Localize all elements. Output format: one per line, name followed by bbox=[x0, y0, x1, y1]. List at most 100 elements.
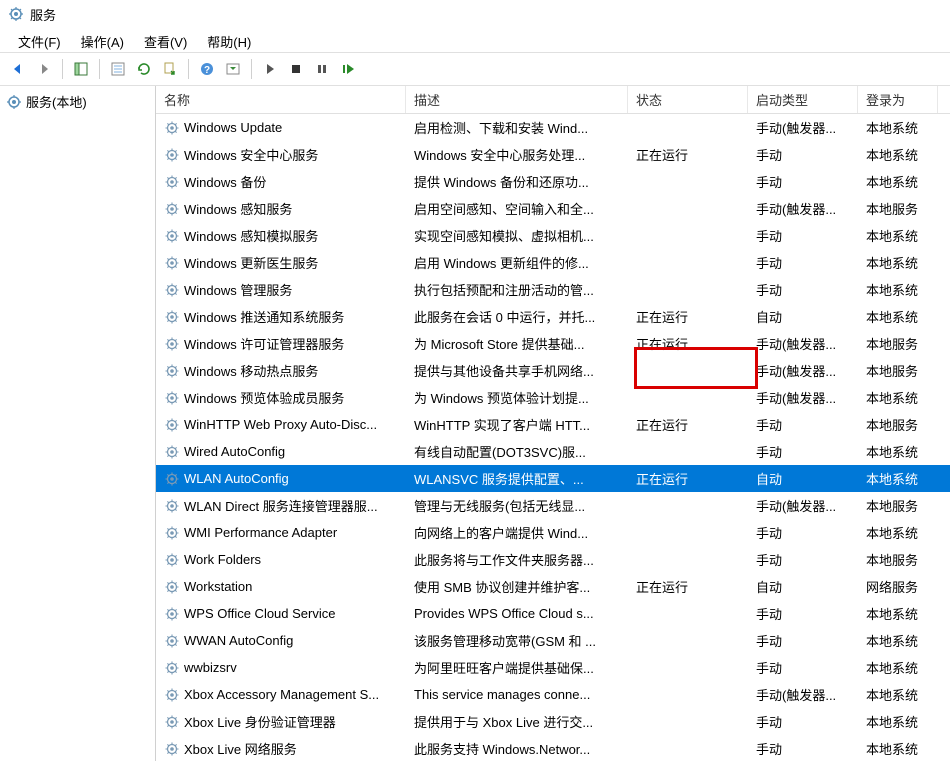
service-startup-cell: 手动 bbox=[748, 440, 858, 463]
titlebar-title: 服务 bbox=[30, 5, 56, 24]
service-row[interactable]: Workstation使用 SMB 协议创建并维护客...正在运行自动网络服务 bbox=[156, 573, 950, 600]
service-row[interactable]: WLAN AutoConfigWLANSVC 服务提供配置、...正在运行自动本… bbox=[156, 465, 950, 492]
service-name-cell: Windows Update bbox=[156, 118, 406, 138]
service-startup-cell: 自动 bbox=[748, 467, 858, 490]
service-description-cell: 向网络上的客户端提供 Wind... bbox=[406, 521, 628, 544]
list-header: 名称 描述 状态 启动类型 登录为 bbox=[156, 86, 950, 114]
service-logon-cell: 本地服务 bbox=[858, 413, 938, 436]
service-logon-cell: 本地系统 bbox=[858, 278, 938, 301]
gear-icon bbox=[164, 741, 180, 757]
service-name-cell: WWAN AutoConfig bbox=[156, 631, 406, 651]
service-row[interactable]: Windows 预览体验成员服务为 Windows 预览体验计划提...手动(触… bbox=[156, 384, 950, 411]
service-name-label: Workstation bbox=[184, 579, 252, 594]
nav-back-button[interactable] bbox=[6, 57, 30, 81]
service-row[interactable]: Windows 感知服务启用空间感知、空间输入和全...手动(触发器...本地服… bbox=[156, 195, 950, 222]
gear-icon bbox=[164, 390, 180, 406]
export-list-button[interactable] bbox=[158, 57, 182, 81]
service-name-label: Work Folders bbox=[184, 552, 261, 567]
help-button[interactable]: ? bbox=[195, 57, 219, 81]
service-logon-cell: 本地服务 bbox=[858, 197, 938, 220]
service-startup-cell: 手动(触发器... bbox=[748, 116, 858, 139]
column-status[interactable]: 状态 bbox=[628, 86, 748, 113]
service-logon-cell: 网络服务 bbox=[858, 575, 938, 598]
service-status-cell bbox=[628, 261, 748, 265]
service-name-label: Windows Update bbox=[184, 120, 282, 135]
service-name-cell: Windows 推送通知系统服务 bbox=[156, 305, 406, 328]
service-row[interactable]: Windows 感知模拟服务实现空间感知模拟、虚拟相机...手动本地系统 bbox=[156, 222, 950, 249]
service-name-label: WLAN Direct 服务连接管理器服... bbox=[184, 496, 378, 515]
service-name-label: WLAN AutoConfig bbox=[184, 471, 289, 486]
service-row[interactable]: WLAN Direct 服务连接管理器服...管理与无线服务(包括无线显...手… bbox=[156, 492, 950, 519]
service-logon-cell: 本地系统 bbox=[858, 467, 938, 490]
service-row[interactable]: Windows 安全中心服务Windows 安全中心服务处理...正在运行手动本… bbox=[156, 141, 950, 168]
show-hide-tree-button[interactable] bbox=[69, 57, 93, 81]
service-row[interactable]: wwbizsrv为阿里旺旺客户端提供基础保...手动本地系统 bbox=[156, 654, 950, 681]
service-row[interactable]: Windows 备份提供 Windows 备份和还原功...手动本地系统 bbox=[156, 168, 950, 195]
tree-pane: 服务(本地) bbox=[0, 86, 156, 761]
service-row[interactable]: Work Folders此服务将与工作文件夹服务器...手动本地服务 bbox=[156, 546, 950, 573]
service-startup-cell: 自动 bbox=[748, 575, 858, 598]
service-name-cell: WinHTTP Web Proxy Auto-Disc... bbox=[156, 415, 406, 435]
service-row[interactable]: Xbox Live 身份验证管理器提供用于与 Xbox Live 进行交...手… bbox=[156, 708, 950, 735]
service-logon-cell: 本地系统 bbox=[858, 440, 938, 463]
service-name-cell: WMI Performance Adapter bbox=[156, 523, 406, 543]
service-row[interactable]: Xbox Live 网络服务此服务支持 Windows.Networ...手动本… bbox=[156, 735, 950, 761]
service-row[interactable]: Windows Update启用检测、下载和安装 Wind...手动(触发器..… bbox=[156, 114, 950, 141]
service-row[interactable]: Windows 管理服务执行包括预配和注册活动的管...手动本地系统 bbox=[156, 276, 950, 303]
column-name[interactable]: 名称 bbox=[156, 86, 406, 113]
service-startup-cell: 手动 bbox=[748, 251, 858, 274]
start-service-button[interactable] bbox=[258, 57, 282, 81]
gear-icon bbox=[164, 120, 180, 136]
service-row[interactable]: WPS Office Cloud ServiceProvides WPS Off… bbox=[156, 600, 950, 627]
service-description-cell: 执行包括预配和注册活动的管... bbox=[406, 278, 628, 301]
gear-icon bbox=[164, 336, 180, 352]
service-startup-cell: 手动 bbox=[748, 278, 858, 301]
service-status-cell: 正在运行 bbox=[628, 332, 748, 355]
menu-action[interactable]: 操作(A) bbox=[71, 30, 134, 50]
pause-service-button[interactable] bbox=[310, 57, 334, 81]
service-logon-cell: 本地系统 bbox=[858, 521, 938, 544]
service-startup-cell: 手动 bbox=[748, 602, 858, 625]
column-description[interactable]: 描述 bbox=[406, 86, 628, 113]
service-logon-cell: 本地服务 bbox=[858, 494, 938, 517]
service-row[interactable]: Windows 更新医生服务启用 Windows 更新组件的修...手动本地系统 bbox=[156, 249, 950, 276]
service-name-label: Xbox Accessory Management S... bbox=[184, 687, 379, 702]
column-logon[interactable]: 登录为 bbox=[858, 86, 938, 113]
service-row[interactable]: WinHTTP Web Proxy Auto-Disc...WinHTTP 实现… bbox=[156, 411, 950, 438]
action-menu-button[interactable] bbox=[221, 57, 245, 81]
service-logon-cell: 本地系统 bbox=[858, 305, 938, 328]
service-row[interactable]: Wired AutoConfig有线自动配置(DOT3SVC)服...手动本地系… bbox=[156, 438, 950, 465]
nav-forward-button[interactable] bbox=[32, 57, 56, 81]
service-logon-cell: 本地系统 bbox=[858, 710, 938, 733]
properties-button[interactable] bbox=[106, 57, 130, 81]
service-name-cell: Windows 移动热点服务 bbox=[156, 359, 406, 382]
menu-file[interactable]: 文件(F) bbox=[8, 30, 71, 50]
service-startup-cell: 手动(触发器... bbox=[748, 359, 858, 382]
service-name-label: WWAN AutoConfig bbox=[184, 633, 293, 648]
service-logon-cell: 本地系统 bbox=[858, 116, 938, 139]
service-row[interactable]: WWAN AutoConfig该服务管理移动宽带(GSM 和 ...手动本地系统 bbox=[156, 627, 950, 654]
service-name-cell: Workstation bbox=[156, 577, 406, 597]
service-logon-cell: 本地系统 bbox=[858, 602, 938, 625]
service-name-cell: Windows 感知服务 bbox=[156, 197, 406, 220]
menu-help[interactable]: 帮助(H) bbox=[197, 30, 261, 50]
tree-root-label: 服务(本地) bbox=[26, 92, 87, 111]
gear-icon bbox=[164, 228, 180, 244]
gear-icon bbox=[164, 147, 180, 163]
service-row[interactable]: Xbox Accessory Management S...This servi… bbox=[156, 681, 950, 708]
service-row[interactable]: WMI Performance Adapter向网络上的客户端提供 Wind..… bbox=[156, 519, 950, 546]
service-row[interactable]: Windows 许可证管理器服务为 Microsoft Store 提供基础..… bbox=[156, 330, 950, 357]
menu-view[interactable]: 查看(V) bbox=[134, 30, 197, 50]
refresh-button[interactable] bbox=[132, 57, 156, 81]
main-area: 服务(本地) 名称 描述 状态 启动类型 登录为 Windows Update启… bbox=[0, 86, 950, 761]
stop-service-button[interactable] bbox=[284, 57, 308, 81]
gear-icon bbox=[164, 255, 180, 271]
restart-service-button[interactable] bbox=[336, 57, 360, 81]
service-description-cell: 有线自动配置(DOT3SVC)服... bbox=[406, 440, 628, 463]
service-row[interactable]: Windows 推送通知系统服务此服务在会话 0 中运行，并托...正在运行自动… bbox=[156, 303, 950, 330]
column-startup[interactable]: 启动类型 bbox=[748, 86, 858, 113]
tree-root-node[interactable]: 服务(本地) bbox=[2, 90, 153, 113]
service-logon-cell: 本地服务 bbox=[858, 548, 938, 571]
service-row[interactable]: Windows 移动热点服务提供与其他设备共享手机网络...手动(触发器...本… bbox=[156, 357, 950, 384]
list-body[interactable]: Windows Update启用检测、下载和安装 Wind...手动(触发器..… bbox=[156, 114, 950, 761]
